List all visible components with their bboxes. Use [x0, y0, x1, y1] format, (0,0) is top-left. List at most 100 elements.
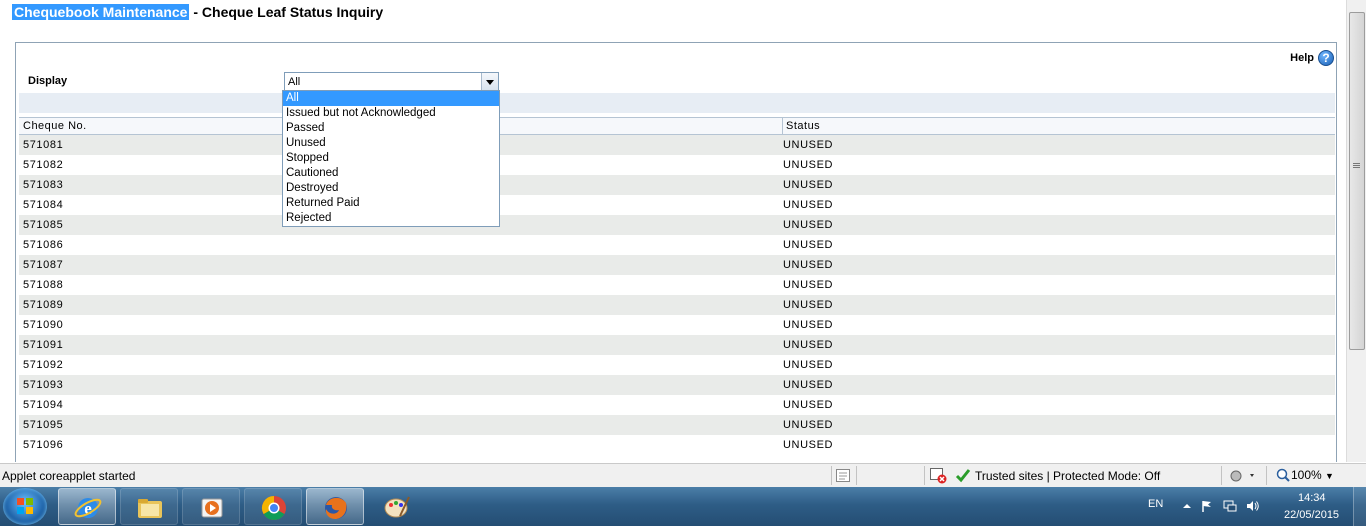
table-row[interactable]: 571085 UNUSED: [19, 215, 1335, 235]
show-hidden-icons-icon[interactable]: [1180, 499, 1194, 513]
status-cell: UNUSED: [783, 439, 834, 451]
taskbar-chrome[interactable]: [244, 488, 302, 525]
action-center-flag-icon[interactable]: [1200, 499, 1214, 513]
cheque-number-cell: 571088: [23, 279, 64, 291]
volume-icon[interactable]: [1246, 499, 1260, 513]
vertical-scrollbar[interactable]: [1346, 0, 1366, 462]
network-icon[interactable]: [1223, 499, 1237, 513]
page-title-rest: - Cheque Leaf Status Inquiry: [189, 4, 384, 20]
taskbar-media-player[interactable]: [182, 488, 240, 525]
clock-date[interactable]: 22/05/2015: [1284, 509, 1339, 521]
taskbar-paint[interactable]: [368, 488, 426, 525]
cheque-number-cell: 571086: [23, 239, 64, 251]
dropdown-option[interactable]: Cautioned: [283, 166, 499, 181]
safety-settings-icon[interactable]: [1229, 469, 1257, 483]
help-link[interactable]: Help ?: [1290, 50, 1334, 66]
table-body: 571081 UNUSED 571082 UNUSED 571083 UNUSED 5710…: [19, 135, 1335, 455]
trusted-checkmark-icon: [955, 469, 971, 483]
cheque-number-cell: 571092: [23, 359, 64, 371]
cheque-number-cell: 571093: [23, 379, 64, 391]
dropdown-option[interactable]: All: [283, 91, 499, 106]
dropdown-option[interactable]: Rejected: [283, 211, 499, 226]
cheque-number-cell: 571091: [23, 339, 64, 351]
language-indicator[interactable]: EN: [1148, 498, 1163, 510]
table-row[interactable]: 571088 UNUSED: [19, 275, 1335, 295]
dropdown-option[interactable]: Returned Paid: [283, 196, 499, 211]
display-label: Display: [28, 75, 68, 87]
zoom-value[interactable]: 100%: [1291, 468, 1322, 482]
dropdown-option[interactable]: Stopped: [283, 151, 499, 166]
table-row[interactable]: 571082 UNUSED: [19, 155, 1335, 175]
page-content: Chequebook Maintenance - Cheque Leaf Sta…: [0, 0, 1346, 462]
table-row[interactable]: 571084 UNUSED: [19, 195, 1335, 215]
table-row[interactable]: 571086 UNUSED: [19, 235, 1335, 255]
status-cell: UNUSED: [783, 319, 834, 331]
media-player-icon: [201, 498, 223, 518]
filter-band: [19, 93, 1335, 113]
show-desktop-button[interactable]: [1353, 487, 1366, 526]
help-icon[interactable]: ?: [1318, 50, 1334, 66]
table-header: Cheque No. Status: [19, 117, 1335, 135]
system-tray: EN 14:34 22/05/2015: [1140, 487, 1366, 526]
table-row[interactable]: 571095 UNUSED: [19, 415, 1335, 435]
table-row[interactable]: 571091 UNUSED: [19, 335, 1335, 355]
cheque-number-cell: 571090: [23, 319, 64, 331]
status-cell: UNUSED: [783, 239, 834, 251]
table-row[interactable]: 571089 UNUSED: [19, 295, 1335, 315]
windows-taskbar: e EN 14:34 22/05/2015: [0, 487, 1366, 526]
status-cell: UNUSED: [783, 299, 834, 311]
table-row[interactable]: 571083 UNUSED: [19, 175, 1335, 195]
status-cell: UNUSED: [783, 339, 834, 351]
clock-time[interactable]: 14:34: [1298, 492, 1326, 504]
dropdown-option[interactable]: Unused: [283, 136, 499, 151]
popup-blocked-icon[interactable]: [930, 468, 948, 484]
page-title: Chequebook Maintenance - Cheque Leaf Sta…: [12, 4, 383, 20]
taskbar-file-explorer[interactable]: [120, 488, 178, 525]
windows-logo-icon[interactable]: [3, 488, 47, 525]
page-title-highlight: Chequebook Maintenance: [12, 4, 190, 20]
table-row[interactable]: 571094 UNUSED: [19, 395, 1335, 415]
display-select-value[interactable]: All: [288, 76, 300, 88]
taskbar-internet-explorer[interactable]: e: [58, 488, 116, 525]
dropdown-arrow-icon[interactable]: [481, 73, 498, 91]
status-cell: UNUSED: [783, 359, 834, 371]
cheque-status-table: Cheque No. Status 571081 UNUSED 571082 UNUS…: [19, 117, 1335, 455]
start-button[interactable]: [3, 488, 47, 525]
zoom-icon[interactable]: [1276, 468, 1290, 482]
display-dropdown-list[interactable]: All Issued but not Acknowledged Passed Unus…: [282, 90, 500, 227]
status-cell: UNUSED: [783, 139, 834, 151]
table-row[interactable]: 571096 UNUSED: [19, 435, 1335, 455]
security-zone-text[interactable]: Trusted sites | Protected Mode: Off: [975, 469, 1160, 483]
paint-palette-icon: [384, 496, 410, 518]
status-cell: UNUSED: [783, 219, 834, 231]
status-cell: UNUSED: [783, 199, 834, 211]
taskbar-firefox[interactable]: [306, 488, 364, 525]
cheque-number-cell: 571089: [23, 299, 64, 311]
status-cell: UNUSED: [783, 159, 834, 171]
cheque-number-cell: 571095: [23, 419, 64, 431]
status-cell: UNUSED: [783, 379, 834, 391]
scrollbar-thumb[interactable]: [1349, 12, 1365, 350]
cheque-number-cell: 571094: [23, 399, 64, 411]
inquiry-panel: Help ? Display All Cheque No. Status 571…: [15, 42, 1337, 462]
help-label[interactable]: Help: [1290, 52, 1314, 64]
status-cell: UNUSED: [783, 419, 834, 431]
table-row[interactable]: 571092 UNUSED: [19, 355, 1335, 375]
table-row[interactable]: 571090 UNUSED: [19, 315, 1335, 335]
column-header-status[interactable]: Status: [783, 118, 1335, 134]
folder-icon: [138, 499, 162, 518]
cheque-number-cell: 571096: [23, 439, 64, 451]
status-cell: UNUSED: [783, 179, 834, 191]
table-row[interactable]: 571087 UNUSED: [19, 255, 1335, 275]
zoom-level[interactable]: 100% ▼: [1291, 468, 1334, 482]
dropdown-option[interactable]: Passed: [283, 121, 499, 136]
cheque-number-cell: 571087: [23, 259, 64, 271]
page-status-icon[interactable]: [836, 469, 850, 482]
display-select[interactable]: All: [284, 72, 499, 92]
chrome-icon: [261, 496, 286, 521]
dropdown-option[interactable]: Issued but not Acknowledged: [283, 106, 499, 121]
internet-explorer-icon: e: [74, 498, 102, 518]
table-row[interactable]: 571093 UNUSED: [19, 375, 1335, 395]
table-row[interactable]: 571081 UNUSED: [19, 135, 1335, 155]
dropdown-option[interactable]: Destroyed: [283, 181, 499, 196]
